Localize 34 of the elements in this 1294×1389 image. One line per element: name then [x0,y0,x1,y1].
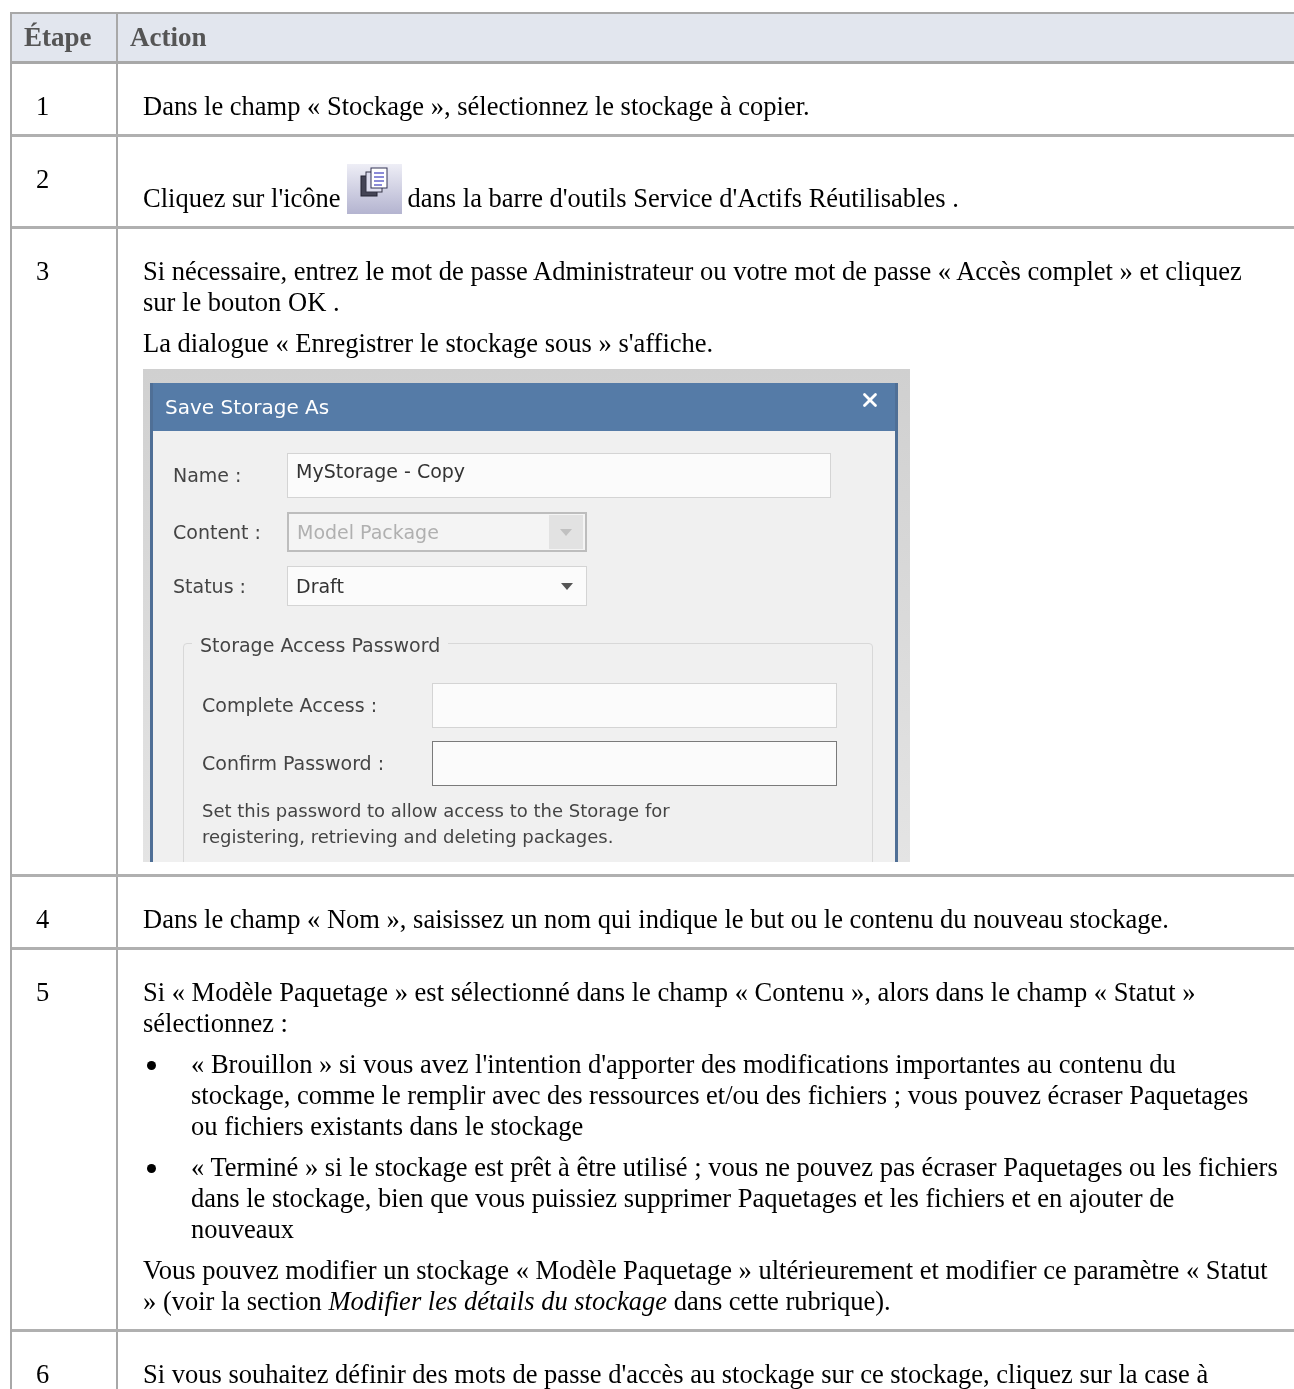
step-number: 1 [36,91,50,121]
name-field[interactable]: MyStorage - Copy [287,452,831,498]
step-number: 4 [36,904,50,934]
field-label: Confirm Password : [202,750,386,776]
step-text: La dialogue « Enregistrer le stockage sous » s'affiche. [143,328,715,359]
column-header: Étape [24,22,92,53]
step-number: 6 [36,1359,50,1389]
bullet-icon [147,1061,156,1070]
bullet-icon [147,1164,156,1173]
dialog-title: Save Storage As [165,393,330,421]
copy-documents-icon[interactable] [346,164,402,214]
step-text: Cliquez sur l'icône [143,183,341,214]
step-text: Dans le champ « Stockage », sélectionnez le stockage à copier. [143,91,811,122]
password-field[interactable] [432,740,837,786]
step-text: Dans le champ « Nom », saisissez un nom qui indique le but ou le contenu du nouveau stockage. [143,904,1170,935]
step-text: Vous pouvez modifier un stockage « Modèle Paquetage » ultérieurement et modifier ce paramètre « Statut » (voir la section Modifier les détails du stockage dans cette rubrique). [143,1255,1269,1317]
bullet-text: « Brouillon » si vous avez l'intention d'apporter des modifications importantes au contenu du stockage, comme le remplir avec des ressources et/ou des fichiers ; vous pouvez écraser Paquetages ou fichiers existants dans le stockage [191,1049,1250,1142]
step-text: Si « Modèle Paquetage » est sélectionné dans le champ « Contenu », alors dans le champ « Statut » sélectionnez : [143,977,1197,1039]
step-number: 3 [36,256,50,286]
step-text: Si vous souhaitez définir des mots de passe d'accès au stockage sur ce stockage, cliquez sur la case à [143,1359,1210,1389]
field-label: Complete Access : [202,692,379,718]
password-note: Set this password to allow access to the Storage for registering, retrieving and deleting packages. [202,799,671,849]
step-text: dans la barre d'outils Service d'Actifs Réutilisables . [407,183,959,214]
step-text: Si nécessaire, entrez le mot de passe Administrateur ou votre mot de passe « Accès complet » et cliquez sur le bouton OK . [143,256,1243,318]
step-number: 2 [36,164,50,194]
step-number: 5 [36,977,50,1007]
dropdown-arrow-icon [560,528,572,536]
dropdown-field[interactable]: Draft [287,566,587,606]
column-header: Action [130,22,207,53]
bullet-text: « Terminé » si le stockage est prêt à être utilisé ; vous ne pouvez pas écraser Paquetages ou les fichiers dans le stockage, bien que vous puissiez supprimer Paquetages et les fichiers et en ajouter de nouveaux [191,1152,1279,1245]
field-label: Status : [173,573,247,599]
field-label: Content : [173,519,262,545]
dropdown-arrow-icon [561,582,573,590]
field-label: Name : [173,462,243,488]
